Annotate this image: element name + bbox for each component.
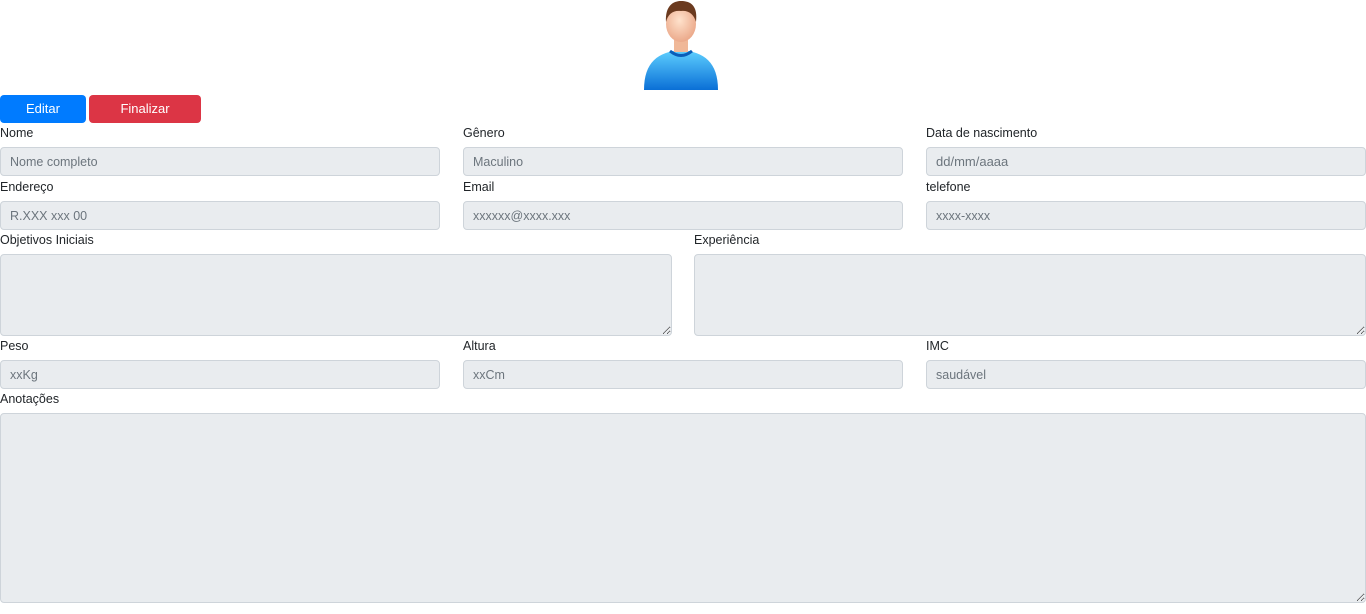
objetivos-textarea[interactable] xyxy=(0,254,672,336)
experiencia-label: Experiência xyxy=(694,233,760,247)
user-avatar xyxy=(640,0,722,94)
peso-input[interactable] xyxy=(0,360,440,389)
telefone-label: telefone xyxy=(926,180,971,194)
imc-label: IMC xyxy=(926,339,949,353)
birthdate-input[interactable] xyxy=(926,147,1366,176)
user-avatar-icon xyxy=(644,1,718,90)
email-label: Email xyxy=(463,180,495,194)
anotacoes-textarea[interactable] xyxy=(0,413,1366,603)
finish-consultation-button[interactable]: Finalizar Consulta xyxy=(89,95,201,144)
experiencia-textarea[interactable] xyxy=(694,254,1366,336)
genero-label: Gênero xyxy=(463,126,505,140)
nome-input[interactable] xyxy=(0,147,440,176)
genero-input[interactable] xyxy=(463,147,903,176)
endereco-label: Endereço xyxy=(0,180,54,194)
nome-label: Nome xyxy=(0,126,34,140)
endereco-input[interactable] xyxy=(0,201,440,230)
edit-data-button[interactable]: Editar dados xyxy=(0,95,86,144)
objetivos-label: Objetivos Iniciais xyxy=(0,233,94,247)
peso-label: Peso xyxy=(0,339,29,353)
imc-input[interactable] xyxy=(926,360,1366,389)
email-input[interactable] xyxy=(463,201,903,230)
telefone-input[interactable] xyxy=(926,201,1366,230)
nascimento-label: Data de nascimento xyxy=(926,126,1038,140)
altura-label: Altura xyxy=(463,339,496,353)
anotacoes-label: Anotações xyxy=(0,392,60,406)
altura-input[interactable] xyxy=(463,360,903,389)
